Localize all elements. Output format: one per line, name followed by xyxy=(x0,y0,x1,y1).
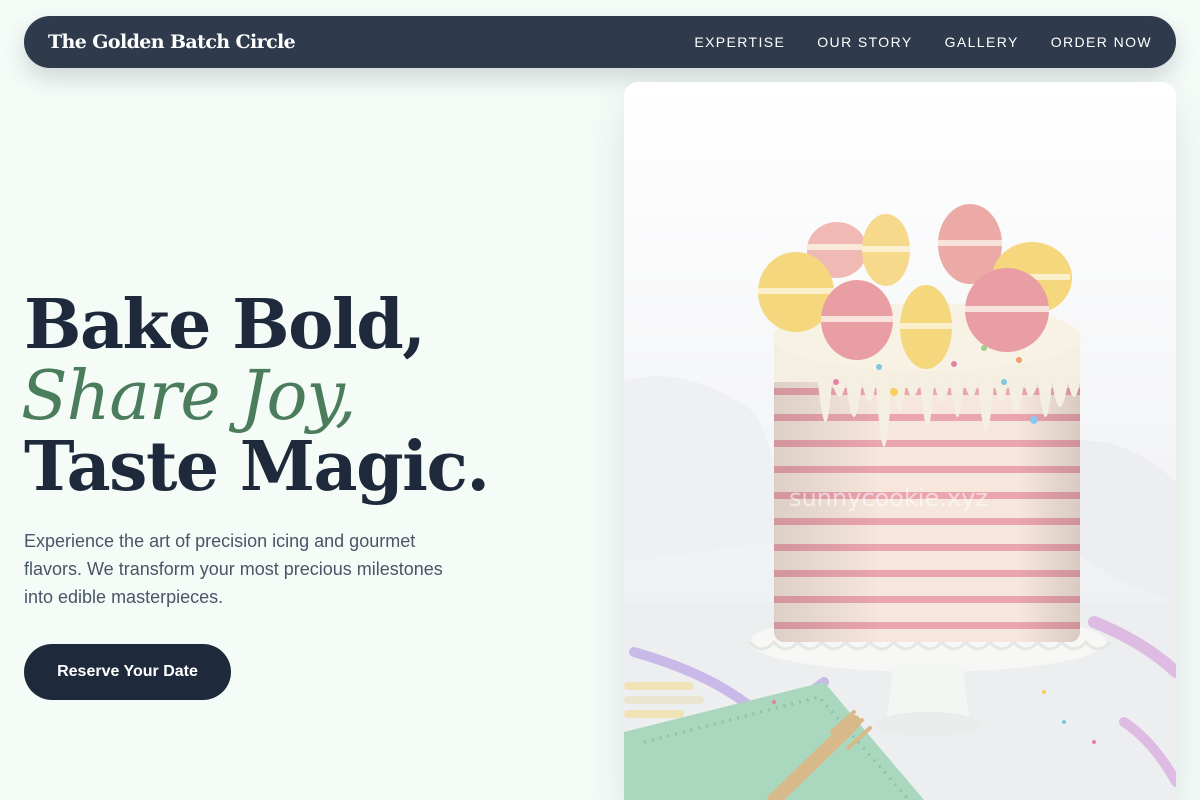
nav-link-order-now[interactable]: ORDER NOW xyxy=(1051,34,1152,50)
headline-line-2: Share Joy, xyxy=(21,357,356,436)
top-navbar: The Golden Batch Circle EXPERTISE OUR ST… xyxy=(24,16,1176,68)
nav-links: EXPERTISE OUR STORY GALLERY ORDER NOW xyxy=(694,34,1152,50)
reserve-date-button[interactable]: Reserve Your Date xyxy=(24,644,231,700)
hero-text: Bake Bold, Share Joy, Taste Magic. Exper… xyxy=(21,285,584,611)
nav-link-expertise[interactable]: EXPERTISE xyxy=(694,34,785,50)
brand-logo[interactable]: The Golden Batch Circle xyxy=(48,31,296,53)
hero-headline: Bake Bold, Share Joy, Taste Magic. xyxy=(21,285,584,507)
headline-line-1: Bake Bold, xyxy=(24,285,426,365)
headline-line-3: Taste Magic. xyxy=(24,427,490,507)
hero-cake-image: sunnycookie.xyz xyxy=(624,82,1176,800)
nav-link-our-story[interactable]: OUR STORY xyxy=(817,34,912,50)
nav-link-gallery[interactable]: GALLERY xyxy=(945,34,1019,50)
hero-description: Experience the art of precision icing an… xyxy=(24,531,443,607)
image-watermark: sunnycookie.xyz xyxy=(789,484,988,512)
